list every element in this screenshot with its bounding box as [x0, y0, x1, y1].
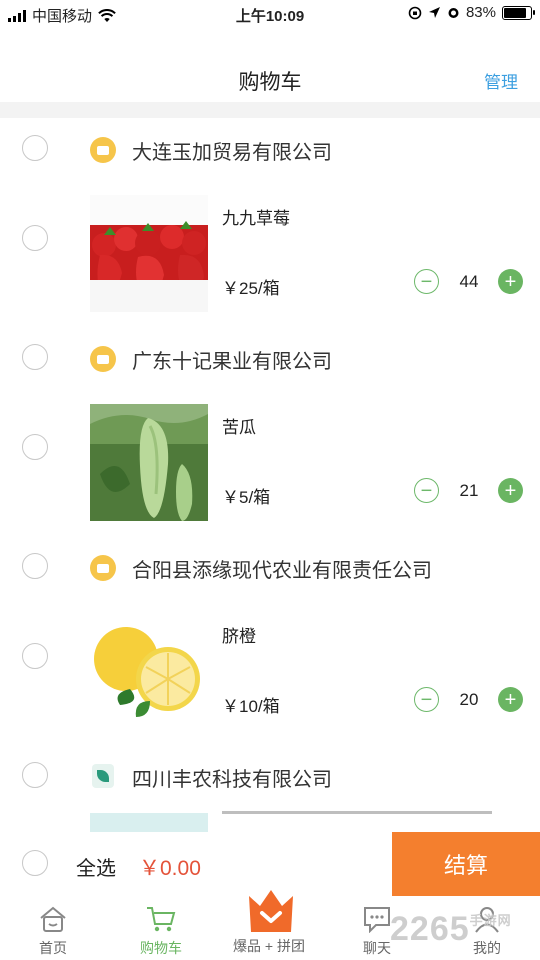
item-select-radio[interactable] [22, 643, 48, 669]
watermark-suffix: 手游网 [469, 913, 512, 928]
shop-logo-icon [92, 764, 114, 788]
shop-name[interactable]: 合阳县添缘现代农业有限责任公司 [132, 554, 432, 583]
minus-icon[interactable]: − [414, 478, 439, 503]
page-title: 购物车 [238, 71, 302, 94]
nav-bar: 购物车 管理 [0, 28, 540, 102]
quantity-stepper: − 20 + [414, 687, 524, 715]
item-select-radio[interactable] [22, 434, 48, 460]
checkout-button[interactable]: 结算 [392, 832, 540, 896]
quantity-stepper: − 44 + [414, 269, 524, 297]
watermark: 2265手游网 [390, 910, 512, 949]
product-image-strawberry[interactable] [90, 195, 208, 312]
home-icon [8, 904, 98, 934]
shop-select-radio[interactable] [22, 135, 48, 161]
shop-badge-icon [90, 346, 116, 372]
shop-row: 大连玉加贸易有限公司 [0, 118, 540, 180]
crown-icon[interactable] [245, 886, 297, 938]
status-bar: 中国移动 上午10:09 83% [0, 0, 540, 28]
tab-cart[interactable]: 购物车 [116, 904, 206, 958]
divider [0, 102, 540, 118]
battery-icon [502, 5, 535, 20]
shop-name[interactable]: 广东十记果业有限公司 [132, 345, 332, 374]
quantity-value[interactable]: 21 [444, 481, 494, 501]
battery-percent: 83% [465, 4, 496, 21]
product-name[interactable]: 九九草莓 [222, 204, 290, 229]
watermark-text: 2265 [390, 910, 470, 948]
minus-icon[interactable]: − [414, 269, 439, 294]
plus-icon[interactable]: + [498, 478, 523, 503]
product-price: ￥25/箱 [222, 279, 280, 298]
tab-hot-group[interactable]: 爆品 + 拼团 [219, 936, 319, 956]
shop-row: 合阳县添缘现代农业有限责任公司 [0, 536, 540, 598]
location-icon [428, 7, 440, 18]
shop-name[interactable]: 大连玉加贸易有限公司 [132, 136, 332, 165]
orientation-lock-icon [408, 6, 422, 19]
product-name[interactable]: 脐橙 [222, 622, 256, 647]
quantity-value[interactable]: 20 [444, 690, 494, 710]
alarm-icon [448, 8, 459, 18]
shop-select-radio[interactable] [22, 762, 48, 788]
shop-select-radio[interactable] [22, 553, 48, 579]
shop-badge-icon [90, 555, 116, 581]
cart-item: 脐橙 ￥10/箱 − 20 + [0, 598, 540, 745]
quantity-value[interactable]: 44 [444, 272, 494, 292]
product-image-navel-orange[interactable] [90, 613, 208, 730]
product-price: ￥5/箱 [222, 488, 271, 507]
shop-select-radio[interactable] [22, 344, 48, 370]
plus-icon[interactable]: + [498, 687, 523, 712]
select-all-radio[interactable] [22, 850, 48, 876]
tab-label: 购物车 [140, 940, 182, 956]
cart-item: 苦瓜 ￥5/箱 − 21 + [0, 389, 540, 536]
manage-button[interactable]: 管理 [484, 68, 518, 93]
product-price: ￥10/箱 [222, 697, 280, 716]
minus-icon[interactable]: − [414, 687, 439, 712]
item-select-radio[interactable] [22, 225, 48, 251]
product-image-bitter-melon[interactable] [90, 404, 208, 521]
select-all-label[interactable]: 全选 [76, 852, 116, 881]
product-name[interactable]: 苦瓜 [222, 413, 256, 438]
shop-name[interactable]: 四川丰农科技有限公司 [132, 763, 332, 792]
cart-icon [116, 904, 206, 934]
product-name-partial [222, 811, 492, 821]
shop-row: 广东十记果业有限公司 [0, 327, 540, 389]
plus-icon[interactable]: + [498, 269, 523, 294]
shop-badge-icon [90, 137, 116, 163]
cart-list: 大连玉加贸易有限公司 九九草莓 ￥25/箱 − 44 + 广东十记果业有限公司 … [0, 118, 540, 837]
shop-row: 四川丰农科技有限公司 [0, 745, 540, 807]
total-price: ￥0.00 [139, 857, 201, 880]
cart-item: 九九草莓 ￥25/箱 − 44 + [0, 180, 540, 327]
tab-home[interactable]: 首页 [8, 904, 98, 958]
status-right: 83% [408, 4, 535, 21]
battery-fill [504, 7, 526, 18]
tab-label: 首页 [39, 940, 67, 956]
quantity-stepper: − 21 + [414, 478, 524, 506]
